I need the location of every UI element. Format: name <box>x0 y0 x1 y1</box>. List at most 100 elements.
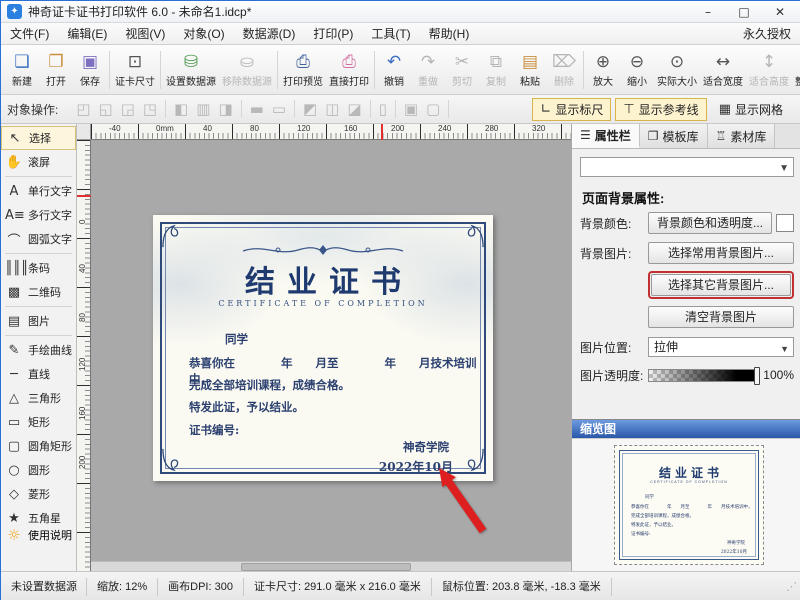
tab-materials[interactable]: ♖素材库 <box>708 124 776 148</box>
tool-barcode[interactable]: ║║║条码 <box>1 256 76 280</box>
align-bottom-icon[interactable]: ◪ <box>347 100 361 118</box>
certificate-line: 完成全部培训课程，成绩合格。 <box>189 377 350 393</box>
menu-view[interactable]: 视图(V) <box>116 23 174 45</box>
show-guides-toggle[interactable]: ⊤显示参考线 <box>615 98 706 121</box>
print-preview-button[interactable]: ⎙打印预览 <box>280 51 326 89</box>
certificate-page[interactable]: 结业证书 CERTIFICATE OF COMPLETION 同学 恭喜你在 年… <box>153 215 493 481</box>
minimize-button[interactable]: – <box>701 5 715 19</box>
certificate-line: 特发此证，予以结业。 <box>189 399 304 415</box>
align-center-icon[interactable]: ▥ <box>196 100 210 118</box>
remove-datasource-button[interactable]: ⛀移除数据源 <box>219 51 275 89</box>
show-grid-toggle[interactable]: ▦显示网格 <box>711 98 791 121</box>
ruler-label: 320 <box>532 124 545 133</box>
horizontal-scrollbar[interactable] <box>91 561 571 571</box>
copy-button[interactable]: ⧉复制 <box>479 51 513 89</box>
mini-certificate: 结业证书 CERTIFICATE OF COMPLETION 同学 恭喜你在 年… <box>614 445 764 565</box>
select-other-bg-button[interactable]: 选择其它背景图片... <box>651 274 791 296</box>
align-right-icon[interactable]: ◨ <box>218 100 232 118</box>
tool-qrcode[interactable]: ▩二维码 <box>1 280 76 304</box>
tool-arc-text[interactable]: ⌒圆弧文字 <box>1 227 76 251</box>
corner-ornament <box>162 224 186 248</box>
delete-button[interactable]: ⌦删除 <box>547 51 581 89</box>
fit-height-button[interactable]: ↕适合高度 <box>746 51 792 89</box>
layer-bottom-icon[interactable]: ◳ <box>143 100 157 118</box>
canvas-area[interactable]: -40 0mm 40 80 120 160 200 240 280 320 0 … <box>77 124 571 571</box>
object-selector-dropdown[interactable]: ▼ <box>580 157 794 177</box>
opacity-slider[interactable] <box>648 369 760 382</box>
toolbox-separator <box>5 176 72 177</box>
menu-object[interactable]: 对象(O) <box>174 23 233 45</box>
tab-templates[interactable]: ❐模板库 <box>640 124 708 148</box>
menu-tools[interactable]: 工具(T) <box>362 23 419 45</box>
resize-grip[interactable]: ⋰ <box>786 580 800 593</box>
direct-print-button[interactable]: ⎙直接打印 <box>326 51 372 89</box>
tool-rectangle[interactable]: ▭矩形 <box>1 410 76 434</box>
clear-bg-button[interactable]: 清空背景图片 <box>648 306 794 328</box>
zoom-out-button[interactable]: ⊖缩小 <box>620 51 654 89</box>
ruler-label: 200 <box>78 456 87 469</box>
show-ruler-toggle[interactable]: ∟显示标尺 <box>532 98 611 121</box>
zoom-in-button[interactable]: ⊕放大 <box>586 51 620 89</box>
scrollbar-thumb[interactable] <box>241 563 411 571</box>
button-label: 适合宽度 <box>703 73 743 88</box>
maximize-button[interactable]: □ <box>737 5 751 19</box>
same-height-icon[interactable]: ▭ <box>272 100 286 118</box>
group-icon[interactable]: ▣ <box>404 100 418 118</box>
fit-width-button[interactable]: ↔适合宽度 <box>700 51 746 89</box>
tool-multi-line-text[interactable]: A≡多行文字 <box>1 203 76 227</box>
redo-button[interactable]: ↷重做 <box>411 51 445 89</box>
same-width-icon[interactable]: ▬ <box>250 100 264 118</box>
new-button[interactable]: ❏新建 <box>5 51 39 89</box>
layer-top-icon[interactable]: ◱ <box>99 100 113 118</box>
close-button[interactable]: ✕ <box>773 5 787 19</box>
properties-panel: ☰属性栏 ❐模板库 ♖素材库 ▼ 页面背景属性: 背景颜色: 背景颜色和透明度.… <box>571 124 800 571</box>
tool-circle[interactable]: ○圆形 <box>1 458 76 482</box>
paste-button[interactable]: ▤粘贴 <box>513 51 547 89</box>
ungroup-icon[interactable]: ▢ <box>426 100 440 118</box>
line-icon: ─ <box>5 367 23 382</box>
layer-up-icon[interactable]: ◰ <box>76 100 90 118</box>
menu-datasource[interactable]: 数据源(D) <box>234 23 305 45</box>
paste-icon: ▤ <box>522 53 538 72</box>
tool-line[interactable]: ─直线 <box>1 362 76 386</box>
same-size-icon[interactable]: ▯ <box>379 100 387 118</box>
select-common-bg-button[interactable]: 选择常用背景图片... <box>648 242 794 264</box>
card-size-icon: ⊡ <box>128 53 142 72</box>
actual-size-button[interactable]: ⊙实际大小 <box>654 51 700 89</box>
align-top-icon[interactable]: ◩ <box>303 100 317 118</box>
tool-triangle[interactable]: △三角形 <box>1 386 76 410</box>
color-swatch[interactable] <box>776 214 794 232</box>
thumbnail-header: 缩览图 <box>572 419 800 438</box>
rectangle-icon: ▭ <box>5 415 23 430</box>
tool-diamond[interactable]: ◇菱形 <box>1 482 76 506</box>
tool-pan[interactable]: ✋滚屏 <box>1 150 76 174</box>
ruler-icon: ∟ <box>540 102 551 117</box>
align-left-icon[interactable]: ◧ <box>174 100 188 118</box>
tool-select[interactable]: ↖选择 <box>1 126 76 150</box>
tool-image[interactable]: ▤图片 <box>1 309 76 333</box>
section-title: 页面背景属性: <box>582 188 664 207</box>
card-size-button[interactable]: ⊡证卡尺寸 <box>112 51 158 89</box>
menu-help[interactable]: 帮助(H) <box>420 23 479 45</box>
full-page-button[interactable]: ⊞整页显示 <box>792 51 800 89</box>
set-datasource-button[interactable]: ⛁设置数据源 <box>163 51 219 89</box>
layer-down-icon[interactable]: ◲ <box>121 100 135 118</box>
help-button[interactable]: ☼使用说明 <box>1 523 77 547</box>
align-middle-icon[interactable]: ◫ <box>325 100 339 118</box>
bg-color-button[interactable]: 背景颜色和透明度... <box>648 212 772 234</box>
menu-print[interactable]: 打印(P) <box>304 23 362 45</box>
image-position-select[interactable]: 拉伸▼ <box>648 337 794 357</box>
tool-single-line-text[interactable]: A单行文字 <box>1 179 76 203</box>
menu-edit[interactable]: 编辑(E) <box>58 23 116 45</box>
mouse-position-status: 鼠标位置: 203.8 毫米, -18.3 毫米 <box>432 578 612 596</box>
menu-file[interactable]: 文件(F) <box>1 23 58 45</box>
undo-button[interactable]: ↶撤销 <box>377 51 411 89</box>
open-button[interactable]: ❐打开 <box>39 51 73 89</box>
tool-rounded-rectangle[interactable]: ▢圆角矩形 <box>1 434 76 458</box>
slider-handle[interactable] <box>754 367 760 385</box>
tab-properties[interactable]: ☰属性栏 <box>572 124 640 148</box>
tool-label: 圆弧文字 <box>28 231 72 247</box>
save-button[interactable]: ▣保存 <box>73 51 107 89</box>
tool-freehand-curve[interactable]: ✎手绘曲线 <box>1 338 76 362</box>
cut-button[interactable]: ✂剪切 <box>445 51 479 89</box>
